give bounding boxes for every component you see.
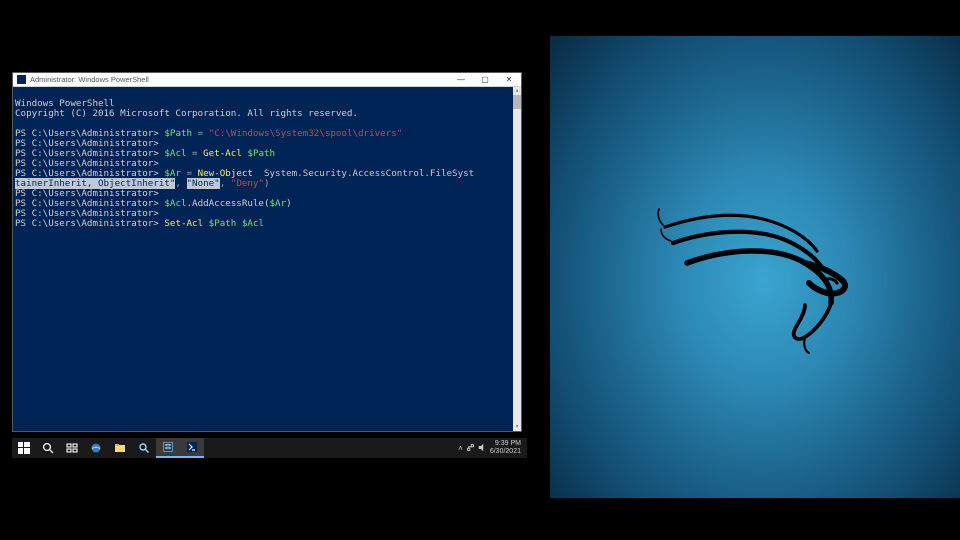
letterbox-bottom — [0, 498, 960, 540]
terminal-lines: PS C:\Users\Administrator> $Path = "C:\W… — [15, 129, 521, 229]
tray-network-icon[interactable] — [466, 443, 475, 454]
window-titlebar[interactable]: Administrator: Windows PowerShell — ▢ ✕ — [13, 73, 521, 87]
system-tray[interactable]: ˄ 9:39 PM 6/30/2021 — [458, 440, 527, 456]
taskbar-explorer-icon[interactable] — [108, 438, 132, 458]
window-controls: — ▢ ✕ — [449, 73, 521, 86]
scroll-down-button[interactable]: ▾ — [513, 423, 521, 431]
stage: Administrator: Windows PowerShell — ▢ ✕ … — [0, 0, 960, 540]
kali-dragon-logo — [655, 185, 855, 355]
task-view-button[interactable] — [60, 438, 84, 458]
windows-desktop: Administrator: Windows PowerShell — ▢ ✕ … — [12, 65, 527, 458]
tray-sound-icon[interactable] — [478, 443, 487, 454]
windows-taskbar: ˄ 9:39 PM 6/30/2021 — [12, 438, 527, 458]
taskbar-clock[interactable]: 9:39 PM 6/30/2021 — [490, 440, 521, 456]
start-button[interactable] — [12, 438, 36, 458]
clock-time: 9:39 PM — [495, 440, 521, 448]
taskbar-server-manager-icon[interactable] — [156, 438, 180, 458]
clock-date: 6/30/2021 — [490, 448, 521, 456]
close-button[interactable]: ✕ — [497, 73, 521, 86]
terminal-scrollbar[interactable]: ▴ ▾ — [513, 87, 521, 431]
letterbox-top — [0, 0, 960, 36]
powershell-window[interactable]: Administrator: Windows PowerShell — ▢ ✕ … — [12, 72, 522, 432]
search-button[interactable] — [36, 438, 60, 458]
scroll-up-button[interactable]: ▴ — [513, 87, 521, 95]
taskbar-magnifier-icon[interactable] — [132, 438, 156, 458]
window-title: Administrator: Windows PowerShell — [30, 75, 449, 84]
taskbar-ie-icon[interactable] — [84, 438, 108, 458]
scroll-thumb[interactable] — [513, 95, 521, 109]
minimize-button[interactable]: — — [449, 73, 473, 86]
terminal-body[interactable]: Windows PowerShell Copyright (C) 2016 Mi… — [13, 87, 521, 431]
powershell-icon — [17, 75, 26, 84]
maximize-button[interactable]: ▢ — [473, 73, 497, 86]
terminal-line: PS C:\Users\Administrator> Set-Acl $Path… — [15, 219, 521, 229]
kali-desktop[interactable] — [550, 0, 960, 540]
tray-chevron-icon[interactable]: ˄ — [458, 444, 463, 453]
terminal-copyright: Copyright (C) 2016 Microsoft Corporation… — [15, 108, 358, 119]
taskbar-powershell-icon[interactable] — [180, 438, 204, 458]
